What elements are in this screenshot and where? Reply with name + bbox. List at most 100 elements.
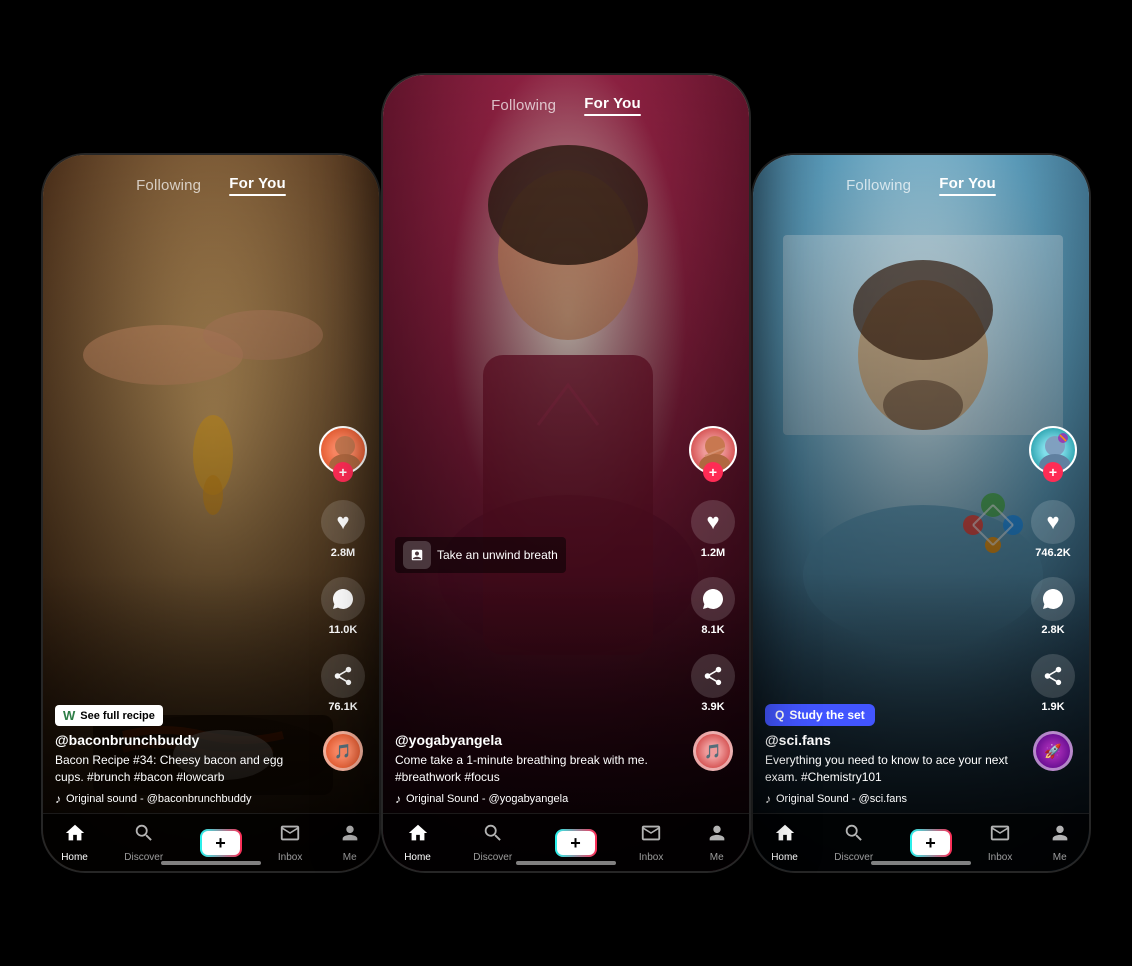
username-left[interactable]: @baconbrunchbuddy <box>55 732 314 748</box>
comment-action-center[interactable]: 8.1K <box>691 577 735 636</box>
plus-icon-right: + <box>925 834 936 852</box>
avatar-container-left: + <box>319 426 367 474</box>
home-icon-right <box>774 822 796 850</box>
nav-home-label-left: Home <box>61 852 88 863</box>
music-disc-center: 🎵 <box>693 731 733 771</box>
share-icon-right <box>1031 654 1075 698</box>
nav-home-right[interactable]: Home <box>771 822 798 863</box>
caption-text-center: Take an unwind breath <box>437 548 558 562</box>
nav-plus-right[interactable]: + <box>910 829 952 857</box>
nav-discover-center[interactable]: Discover <box>473 822 512 863</box>
follow-button-center[interactable]: + <box>703 462 723 482</box>
quizlet-icon-right: Q <box>775 708 784 722</box>
nav-plus-center[interactable]: + <box>555 829 597 857</box>
nav-home-label-right: Home <box>771 852 798 863</box>
sound-row-center: ♪ Original Sound - @yogabyangela <box>395 792 684 806</box>
nav-discover-right[interactable]: Discover <box>834 822 873 863</box>
recipe-w-icon: W <box>63 708 75 723</box>
home-icon-center <box>407 822 429 850</box>
plus-button-center[interactable]: + <box>555 829 597 857</box>
right-actions-center: + ♥ 1.2M 8.1K <box>689 426 737 771</box>
search-icon-left <box>133 822 155 850</box>
phone-left: Following For You + <box>41 153 381 873</box>
comment-action-left[interactable]: 11.0K <box>321 577 365 636</box>
share-action-right[interactable]: 1.9K <box>1031 654 1075 713</box>
music-note-left: ♪ <box>55 792 61 806</box>
follow-button-right[interactable]: + <box>1043 462 1063 482</box>
recipe-text: See full recipe <box>80 710 155 722</box>
sound-text-right: Original Sound - @sci.fans <box>776 793 907 805</box>
music-note-center: ♪ <box>395 792 401 806</box>
nav-inbox-left[interactable]: Inbox <box>278 822 302 863</box>
bottom-info-left: W See full recipe @baconbrunchbuddy Baco… <box>55 705 314 806</box>
username-center[interactable]: @yogabyangela <box>395 732 684 748</box>
caption-banner-center: Take an unwind breath <box>395 537 566 573</box>
nav-inbox-right[interactable]: Inbox <box>988 822 1012 863</box>
plus-button-left[interactable]: + <box>200 829 242 857</box>
phone-left-screen: Following For You + <box>43 155 379 871</box>
search-icon-center <box>482 822 504 850</box>
share-action-left[interactable]: 76.1K <box>321 654 365 713</box>
search-icon-right <box>843 822 865 850</box>
like-action-left[interactable]: ♥ 2.8M <box>321 500 365 559</box>
nav-discover-label-right: Discover <box>834 852 873 863</box>
nav-discover-label-left: Discover <box>124 852 163 863</box>
follow-button-left[interactable]: + <box>333 462 353 482</box>
like-action-right[interactable]: ♥ 746.2K <box>1031 500 1075 559</box>
like-action-center[interactable]: ♥ 1.2M <box>691 500 735 559</box>
top-navigation-center: Following For You <box>383 95 749 116</box>
home-indicator-right <box>871 861 971 865</box>
avatar-action-left[interactable]: + <box>319 426 367 482</box>
avatar-action-center[interactable]: + <box>689 426 737 482</box>
tab-for-you-right[interactable]: For You <box>939 175 996 196</box>
music-disc-right: 🚀 <box>1033 731 1073 771</box>
tab-for-you-left[interactable]: For You <box>229 175 286 196</box>
plus-button-right[interactable]: + <box>910 829 952 857</box>
avatar-container-center: + <box>689 426 737 474</box>
avatar-action-right[interactable]: + <box>1029 426 1077 482</box>
like-count-left: 2.8M <box>331 547 355 559</box>
nav-me-label-left: Me <box>343 852 357 863</box>
tab-for-you-center[interactable]: For You <box>584 95 641 116</box>
me-icon-center <box>706 822 728 850</box>
tab-following-left[interactable]: Following <box>136 177 201 194</box>
caption-icon <box>403 541 431 569</box>
description-left: Bacon Recipe #34: Cheesy bacon and egg c… <box>55 752 314 786</box>
sound-row-right: ♪ Original Sound - @sci.fans <box>765 792 1024 806</box>
inbox-icon-right <box>989 822 1011 850</box>
phone-right-screen: Following For You <box>753 155 1089 871</box>
nav-home-label-center: Home <box>404 852 431 863</box>
username-right[interactable]: @sci.fans <box>765 732 1024 748</box>
sound-text-left: Original sound - @baconbrunchbuddy <box>66 793 251 805</box>
nav-me-left[interactable]: Me <box>339 822 361 863</box>
nav-home-center[interactable]: Home <box>404 822 431 863</box>
comment-action-right[interactable]: 2.8K <box>1031 577 1075 636</box>
top-navigation-right: Following For You <box>753 175 1089 196</box>
top-navigation-left: Following For You <box>43 175 379 196</box>
quizlet-badge-right[interactable]: Q Study the set <box>765 704 875 726</box>
comment-count-left: 11.0K <box>329 624 358 636</box>
share-count-left: 76.1K <box>328 701 357 713</box>
comment-icon-center <box>691 577 735 621</box>
nav-me-center[interactable]: Me <box>706 822 728 863</box>
me-icon-right <box>1049 822 1071 850</box>
nav-inbox-center[interactable]: Inbox <box>639 822 663 863</box>
tab-following-center[interactable]: Following <box>491 97 556 114</box>
right-actions-left: + ♥ 2.8M 11.0K <box>319 426 367 771</box>
bottom-info-right: Q Study the set @sci.fans Everything you… <box>765 704 1024 806</box>
music-disc-left: 🎵 <box>323 731 363 771</box>
nav-discover-left[interactable]: Discover <box>124 822 163 863</box>
comment-count-right: 2.8K <box>1041 624 1064 636</box>
avatar-container-right: + <box>1029 426 1077 474</box>
comment-count-center: 8.1K <box>701 624 724 636</box>
nav-home-left[interactable]: Home <box>61 822 88 863</box>
recipe-badge-left[interactable]: W See full recipe <box>55 705 163 726</box>
tab-following-right[interactable]: Following <box>846 177 911 194</box>
nav-me-right[interactable]: Me <box>1049 822 1071 863</box>
share-action-center[interactable]: 3.9K <box>691 654 735 713</box>
nav-me-label-right: Me <box>1053 852 1067 863</box>
share-count-center: 3.9K <box>701 701 724 713</box>
like-count-right: 746.2K <box>1035 547 1070 559</box>
nav-plus-left[interactable]: + <box>200 829 242 857</box>
me-icon-left <box>339 822 361 850</box>
